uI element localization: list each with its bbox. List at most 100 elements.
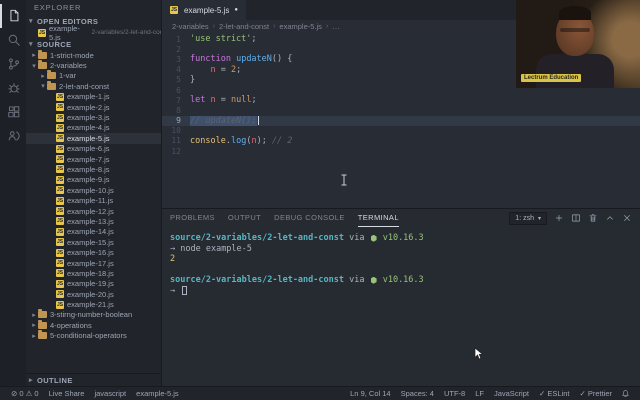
nodejs-hexagon-icon <box>370 276 377 284</box>
breadcrumb-item[interactable]: example-5.js <box>279 22 322 31</box>
terminal-line: source/2-variables/2-let-and-const via v… <box>170 275 640 286</box>
tree-item[interactable]: ▸ 3-stirng-number-boolean <box>26 309 161 320</box>
status-problems-counts[interactable]: ⊘ 0 ⚠ 0 <box>6 389 44 398</box>
breadcrumb-item[interactable]: 2-variables <box>172 22 209 31</box>
tree-item[interactable]: ▾ 2-let-and-const <box>26 80 161 91</box>
tree-item[interactable]: JS example-13.js <box>26 216 161 226</box>
outline-section-header[interactable]: ▸ OUTLINE <box>26 373 161 386</box>
open-editors-header[interactable]: ▾ OPEN EDITORS <box>26 15 161 27</box>
terminal-shell-select[interactable]: 1: zsh ▾ <box>509 211 547 225</box>
js-file-icon: JS <box>56 279 64 288</box>
tab-example-5[interactable]: JS example-5.js ● <box>162 0 246 20</box>
breadcrumb-item[interactable]: 2-let-and-const <box>219 22 269 31</box>
tree-item-label: example-14.js <box>67 227 114 237</box>
tree-item[interactable]: JS example-19.js <box>26 279 161 289</box>
tree-item[interactable]: JS example-11.js <box>26 195 161 205</box>
chevron-down-icon: ▾ <box>41 83 45 91</box>
tree-item[interactable]: JS example-20.js <box>26 289 161 299</box>
source-section-header[interactable]: ▾ SOURCE <box>26 38 161 50</box>
line-number: 10 <box>171 126 181 136</box>
tree-item[interactable]: ▸ 5-conditional-operators <box>26 330 161 341</box>
folder-icon <box>47 80 56 90</box>
tree-item[interactable]: JS example-9.js <box>26 175 161 185</box>
code-line[interactable]: 7 let n = null; <box>162 95 640 105</box>
panel-tab-debug-console[interactable]: DEBUG CONSOLE <box>274 209 345 227</box>
webcam-overlay[interactable]: Lectrum Education <box>516 0 640 88</box>
panel-tab-problems[interactable]: PROBLEMS <box>170 209 215 227</box>
code-line[interactable]: 8 <box>162 105 640 115</box>
terminal[interactable]: source/2-variables/2-let-and-const via v… <box>162 227 640 386</box>
search-icon[interactable] <box>0 28 26 52</box>
tree-item[interactable]: JS example-6.js <box>26 144 161 154</box>
code-line[interactable]: 11 console.log(n); // 2 <box>162 136 640 146</box>
status-language[interactable]: JavaScript <box>489 389 534 398</box>
bottom-panel: PROBLEMS OUTPUT DEBUG CONSOLE TERMINAL 1: z… <box>162 208 640 386</box>
panel-tab-terminal[interactable]: TERMINAL <box>357 209 399 227</box>
live-share-icon[interactable] <box>0 124 26 148</box>
code-line[interactable]: 10 <box>162 126 640 136</box>
line-number: 9 <box>176 116 181 126</box>
tree-item[interactable]: JS example-15.js <box>26 237 161 247</box>
folder-icon <box>38 309 47 319</box>
debug-icon[interactable] <box>0 76 26 100</box>
tree-item[interactable]: ▾ 2-variables <box>26 60 161 70</box>
explorer-icon[interactable] <box>0 4 26 28</box>
tree-item[interactable]: JS example-8.js <box>26 164 161 174</box>
tree-item-label: example-4.js <box>67 123 110 133</box>
breadcrumb-item[interactable]: … <box>332 22 340 31</box>
chevron-down-icon: ▾ <box>29 41 33 48</box>
panel-tab-output[interactable]: OUTPUT <box>228 209 261 227</box>
tree-item[interactable]: JS example-5.js <box>26 133 161 144</box>
chevron-up-icon[interactable] <box>605 213 615 223</box>
code-token: let <box>190 95 206 106</box>
tree-item[interactable]: JS example-21.js <box>26 299 161 309</box>
close-icon[interactable] <box>622 213 632 223</box>
tree-item[interactable]: JS example-2.js <box>26 102 161 112</box>
js-file-icon: JS <box>56 269 64 278</box>
folder-icon <box>38 49 47 59</box>
tree-item[interactable]: JS example-12.js <box>26 206 161 216</box>
code-line[interactable]: 12 <box>162 146 640 156</box>
status-active-file[interactable]: example-5.js <box>131 389 184 398</box>
modified-dot-icon[interactable]: ● <box>234 7 238 13</box>
source-control-icon[interactable] <box>0 52 26 76</box>
status-indentation[interactable]: Spaces: 4 <box>396 389 439 398</box>
code-token: = <box>215 64 231 75</box>
tree-item-label: example-16.js <box>67 248 114 258</box>
status-eslint[interactable]: ✓ ESLint <box>534 389 574 398</box>
plus-icon[interactable] <box>554 213 564 223</box>
status-cursor-position[interactable]: Ln 9, Col 14 <box>345 389 395 398</box>
tree-item[interactable]: ▸ 1-var <box>26 70 161 81</box>
tree-item-label: example-7.js <box>67 154 110 164</box>
tree-item[interactable]: JS example-16.js <box>26 247 161 257</box>
tree-item[interactable]: ▸ 1-strict-mode <box>26 49 161 60</box>
tree-item[interactable]: JS example-18.js <box>26 268 161 278</box>
extensions-icon[interactable] <box>0 100 26 124</box>
open-editor-item[interactable]: JS example-5.js 2-variables/2-let-and-co… <box>26 24 161 42</box>
tree-item[interactable]: JS example-4.js <box>26 123 161 133</box>
tree-item[interactable]: JS example-3.js <box>26 112 161 122</box>
tree-item-label: example-19.js <box>67 279 114 289</box>
code-line[interactable]: 9 // updateN(); <box>162 115 640 126</box>
tree-item[interactable]: JS example-10.js <box>26 185 161 195</box>
webcam-label: Lectrum Education <box>521 74 582 82</box>
js-file-icon: JS <box>56 217 64 226</box>
tree-item-label: example-2.js <box>67 102 110 112</box>
trash-icon[interactable] <box>588 213 598 223</box>
status-prettier[interactable]: ✓ Prettier <box>574 389 617 398</box>
tree-item-label: example-11.js <box>67 196 114 206</box>
panel-header: PROBLEMS OUTPUT DEBUG CONSOLE TERMINAL 1: z… <box>162 209 640 227</box>
status-live-share[interactable]: Live Share <box>44 389 90 398</box>
bell-icon[interactable] <box>617 389 634 398</box>
status-encoding[interactable]: UTF-8 <box>439 389 470 398</box>
chevron-down-icon: ▾ <box>537 215 541 222</box>
tree-item[interactable]: JS example-7.js <box>26 154 161 164</box>
tree-item[interactable]: JS example-1.js <box>26 92 161 102</box>
tree-item[interactable]: JS example-14.js <box>26 227 161 237</box>
status-eol[interactable]: LF <box>470 389 489 398</box>
split-icon[interactable] <box>571 213 581 223</box>
tree-item[interactable]: ▸ 4-operations <box>26 319 161 330</box>
tree-item[interactable]: JS example-17.js <box>26 258 161 268</box>
status-language-mode[interactable]: javascript <box>89 389 131 398</box>
chevron-right-icon: ▸ <box>32 52 36 60</box>
